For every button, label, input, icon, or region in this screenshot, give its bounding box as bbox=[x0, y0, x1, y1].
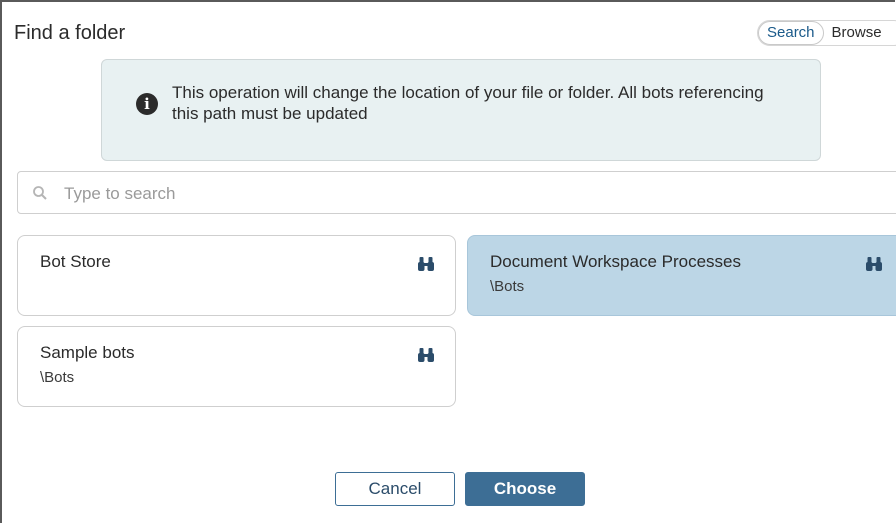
toggle-search[interactable]: Search bbox=[758, 21, 824, 45]
folder-name: Document Workspace Processes bbox=[490, 252, 742, 271]
folder-name: Sample bots bbox=[40, 343, 135, 362]
search-box bbox=[17, 171, 896, 214]
search-input[interactable] bbox=[62, 180, 866, 208]
folder-path: \Bots bbox=[490, 278, 525, 295]
cancel-button[interactable]: Cancel bbox=[335, 472, 455, 506]
folder-card-document-workspace-processes[interactable]: Document Workspace Processes \Bots bbox=[467, 235, 896, 316]
folder-path: \Bots bbox=[40, 369, 75, 386]
find-folder-dialog: Find a folder Search Browse i This opera… bbox=[0, 0, 896, 523]
binoculars-icon[interactable] bbox=[865, 256, 883, 272]
folder-card-sample-bots[interactable]: Sample bots \Bots bbox=[17, 326, 456, 407]
folder-card-bot-store[interactable]: Bot Store bbox=[17, 235, 456, 316]
toggle-browse[interactable]: Browse bbox=[824, 21, 890, 45]
notice-message: This operation will change the location … bbox=[172, 83, 764, 123]
binoculars-icon[interactable] bbox=[417, 256, 435, 272]
binoculars-icon[interactable] bbox=[417, 347, 435, 363]
search-icon bbox=[33, 186, 47, 200]
info-icon: i bbox=[136, 93, 158, 115]
info-notice: i This operation will change the locatio… bbox=[101, 59, 821, 161]
dialog-title: Find a folder bbox=[14, 22, 126, 44]
search-browse-toggle: Search Browse bbox=[757, 20, 896, 46]
folder-name: Bot Store bbox=[40, 252, 111, 271]
choose-button[interactable]: Choose bbox=[465, 472, 585, 506]
